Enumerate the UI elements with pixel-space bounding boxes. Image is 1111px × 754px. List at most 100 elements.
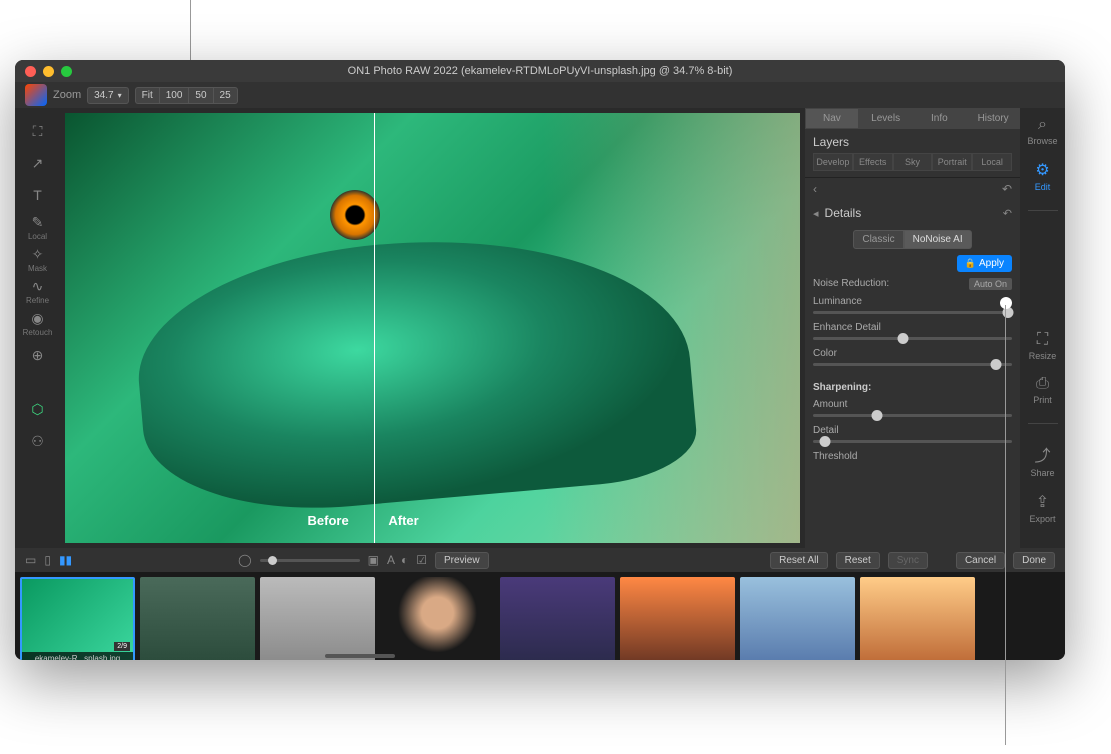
circle-icon[interactable]: ◯ <box>238 553 251 567</box>
mask-view-icon[interactable]: ▣ <box>368 553 379 567</box>
tab-info[interactable]: Info <box>913 108 967 129</box>
details-header[interactable]: Details ↶ <box>805 200 1020 226</box>
enhance-slider[interactable]: Enhance Detail <box>805 320 1020 346</box>
browse-button[interactable]: ⌕Browse <box>1027 116 1057 146</box>
magnify-tool[interactable]: ⊕ <box>18 340 58 370</box>
reset-all-button[interactable]: Reset All <box>770 552 827 569</box>
magnify-icon: ⊕ <box>32 347 44 364</box>
filmstrip-icon[interactable]: ▭ <box>25 553 36 567</box>
contrast-icon[interactable]: A <box>387 553 393 567</box>
thumbnail-3[interactable] <box>260 577 375 660</box>
callout-dot-2 <box>1000 297 1012 309</box>
layers-title: Layers <box>813 135 1012 149</box>
zoom-25-button[interactable]: 25 <box>213 87 238 104</box>
mode-toggle: Classic NoNoise AI <box>813 230 1012 249</box>
apply-button[interactable]: Apply <box>957 255 1012 272</box>
mask-tool[interactable]: ✧Mask <box>18 244 58 274</box>
preview-button[interactable]: Preview <box>435 552 489 569</box>
text-tool[interactable]: T <box>18 180 58 210</box>
compare-icon[interactable]: ▯ <box>44 553 51 567</box>
before-after-divider[interactable] <box>374 113 375 543</box>
sync-button[interactable]: Sync <box>888 552 928 569</box>
app-logo-icon[interactable] <box>25 84 47 106</box>
refine-icon: ∿ <box>32 278 44 295</box>
export-button[interactable]: ⇪Export <box>1029 492 1055 524</box>
zoom-50-button[interactable]: 50 <box>188 87 212 104</box>
scrollbar-handle[interactable] <box>325 654 395 658</box>
reset-icon[interactable]: ↶ <box>1003 207 1012 220</box>
callout-line-bottom <box>1005 305 1006 745</box>
share-button[interactable]: ⤴Share <box>1030 442 1054 478</box>
crop-tool[interactable]: ⛶ <box>18 116 58 146</box>
thumbnail-7[interactable] <box>740 577 855 660</box>
amount-slider[interactable]: Amount <box>805 397 1020 423</box>
retouch-icon: ◉ <box>31 310 43 327</box>
layers-section: Layers Develop Effects Sky Portrait Loca… <box>805 129 1020 178</box>
zoom-100-button[interactable]: 100 <box>159 87 189 104</box>
thumbnail-8[interactable] <box>860 577 975 660</box>
tab-history[interactable]: History <box>966 108 1020 129</box>
close-icon[interactable] <box>25 66 36 77</box>
thumbnail-1[interactable]: 2/9 ekamelev-R...splash.jpg <box>20 577 135 660</box>
mode-nonoise[interactable]: NoNoise AI <box>904 230 972 249</box>
zoom-presets: Fit 100 50 25 <box>135 87 238 104</box>
tag-icon: ⬡ <box>31 401 43 418</box>
edit-button[interactable]: ⚙Edit <box>1035 160 1051 192</box>
threshold-slider[interactable]: Threshold <box>805 449 1020 468</box>
luminance-slider[interactable]: Luminance <box>805 294 1020 320</box>
noise-reduction-row: Noise Reduction: Auto On <box>805 274 1020 294</box>
window-title: ON1 Photo RAW 2022 (ekamelev-RTDMLoPUyVI… <box>348 65 733 77</box>
local-tool[interactable]: ✎Local <box>18 212 58 242</box>
export-icon: ⇪ <box>1036 492 1049 512</box>
print-button[interactable]: ⎙Print <box>1033 375 1052 405</box>
tab-local[interactable]: Local <box>972 153 1012 171</box>
clipping-icon[interactable]: ☑ <box>416 553 427 567</box>
done-button[interactable]: Done <box>1013 552 1055 569</box>
person-tool[interactable]: ⚇ <box>18 426 58 456</box>
tab-portrait[interactable]: Portrait <box>932 153 972 171</box>
retouch-tool[interactable]: ◉Retouch <box>18 308 58 338</box>
tab-effects[interactable]: Effects <box>853 153 893 171</box>
panel-tabs: Nav Levels Info History <box>805 108 1020 129</box>
thumbnail-filename: ekamelev-R...splash.jpg <box>22 652 133 660</box>
resize-button[interactable]: ⛶Resize <box>1029 331 1057 361</box>
photo-preview: Before After <box>65 113 800 543</box>
refine-tool[interactable]: ∿Refine <box>18 276 58 306</box>
tab-nav[interactable]: Nav <box>805 108 859 129</box>
bottom-bar: ▭ ▯ ▮▮ ◯ ▣ A ◐ ☑ Preview Reset All Reset… <box>15 548 1065 572</box>
print-icon: ⎙ <box>1036 375 1049 393</box>
after-label: After <box>388 513 418 528</box>
tab-sky[interactable]: Sky <box>893 153 933 171</box>
detail-slider[interactable]: Detail <box>805 423 1020 449</box>
thumbnail-4[interactable] <box>380 577 495 660</box>
move-tool[interactable]: ↗ <box>18 148 58 178</box>
maximize-icon[interactable] <box>61 66 72 77</box>
before-label: Before <box>308 513 349 528</box>
undo-icon[interactable]: ↶ <box>1002 182 1012 196</box>
back-icon[interactable]: ‹ <box>813 182 817 196</box>
auto-on-toggle[interactable]: Auto On <box>969 278 1012 290</box>
titlebar: ON1 Photo RAW 2022 (ekamelev-RTDMLoPUyVI… <box>15 60 1065 82</box>
tag-tool[interactable]: ⬡ <box>18 394 58 424</box>
reset-button[interactable]: Reset <box>836 552 880 569</box>
softproof-icon[interactable]: ◐ <box>401 553 408 567</box>
split-icon[interactable]: ▮▮ <box>59 553 72 567</box>
thumbnail-2[interactable] <box>140 577 255 660</box>
zoom-select[interactable]: 34.7 <box>87 87 128 104</box>
brush-icon: ✎ <box>32 214 44 231</box>
minimize-icon[interactable] <box>43 66 54 77</box>
image-canvas[interactable]: Before After <box>65 113 800 543</box>
filmstrip: 2/9 ekamelev-R...splash.jpg <box>15 572 1065 660</box>
cancel-button[interactable]: Cancel <box>956 552 1005 569</box>
opacity-slider[interactable] <box>260 559 360 562</box>
zoom-fit-button[interactable]: Fit <box>135 87 159 104</box>
tab-levels[interactable]: Levels <box>859 108 913 129</box>
far-right-bar: ⌕Browse ⚙Edit ⛶Resize ⎙Print ⤴Share ⇪Exp… <box>1020 108 1065 548</box>
color-slider[interactable]: Color <box>805 346 1020 372</box>
mask-icon: ✧ <box>32 246 44 263</box>
thumbnail-5[interactable] <box>500 577 615 660</box>
mode-classic[interactable]: Classic <box>853 230 903 249</box>
tab-develop[interactable]: Develop <box>813 153 853 171</box>
thumbnail-6[interactable] <box>620 577 735 660</box>
crop-icon: ⛶ <box>33 123 43 140</box>
